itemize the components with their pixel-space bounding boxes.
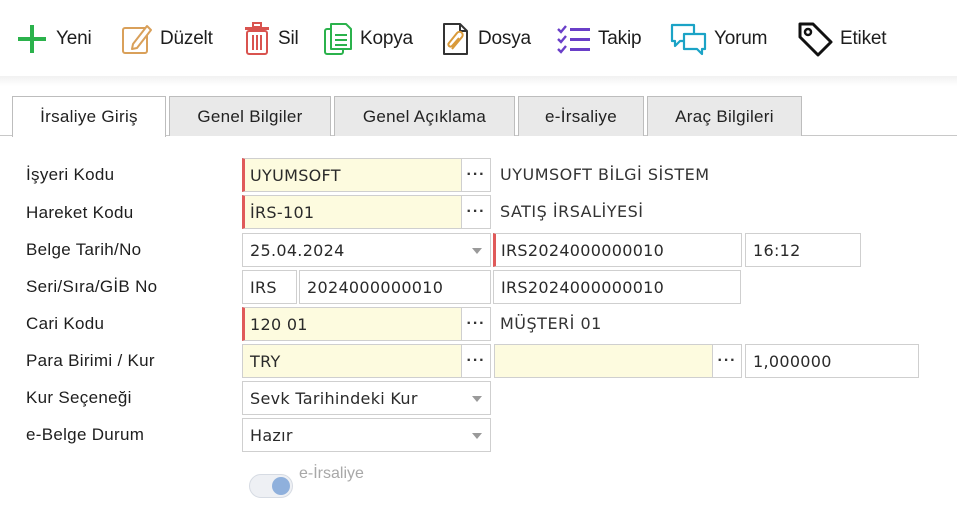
belge-no-input[interactable]: IRS2024000000010 <box>493 233 742 267</box>
tab-arac-bilgileri[interactable]: Araç Bilgileri <box>647 96 802 136</box>
track-button[interactable]: Takip <box>556 18 642 60</box>
comment-button[interactable]: Yorum <box>670 18 767 60</box>
e-belge-durum-value: Hazır <box>250 425 293 445</box>
belge-saat-input[interactable]: 16:12 <box>745 233 861 267</box>
trash-icon <box>245 22 269 55</box>
belge-tarih-input[interactable]: 25.04.2024 <box>242 233 491 267</box>
kur-secenegi-value: Sevk Tarihindeki Kur <box>250 388 418 408</box>
toggle-knob <box>272 477 290 495</box>
kur-input[interactable]: 1,000000 <box>745 344 919 378</box>
tag-icon <box>798 22 833 57</box>
comment-label: Yorum <box>714 28 768 49</box>
kur-tipi-input[interactable] <box>494 344 713 378</box>
para-birimi-kur-label: Para Birimi / Kur <box>26 351 155 370</box>
sira-input[interactable]: 2024000000010 <box>299 270 491 304</box>
tab-e-irsaliye[interactable]: e-İrsaliye <box>518 96 644 136</box>
tab-irsaliye-giris[interactable]: İrsaliye Giriş <box>12 96 166 137</box>
seri-sira-gib-label: Seri/Sıra/GİB No <box>26 277 158 296</box>
e-irsaliye-toggle-label: e-İrsaliye <box>299 465 364 482</box>
comment-icon <box>670 23 707 56</box>
copy-button[interactable]: Kopya <box>322 18 413 60</box>
edit-label: Düzelt <box>160 28 213 49</box>
tab-genel-bilgiler[interactable]: Genel Bilgiler <box>169 96 331 136</box>
file-attachment-icon <box>443 23 468 55</box>
delete-label: Sil <box>278 28 299 49</box>
isyeri-kodu-lookup-button[interactable]: ··· <box>461 158 491 192</box>
edit-button[interactable]: Düzelt <box>120 18 213 60</box>
para-birimi-input[interactable]: TRY <box>242 344 463 378</box>
para-birimi-lookup-button[interactable]: ··· <box>461 344 491 378</box>
hareket-kodu-input[interactable]: İRS-101 <box>242 195 463 229</box>
kur-tipi-lookup-button[interactable]: ··· <box>712 344 742 378</box>
new-button[interactable]: Yeni <box>14 18 92 60</box>
hareket-kodu-lookup-button[interactable]: ··· <box>461 195 491 229</box>
chevron-down-icon <box>472 433 482 439</box>
file-label: Dosya <box>478 28 531 49</box>
chevron-down-icon <box>472 396 482 402</box>
cari-kodu-lookup-button[interactable]: ··· <box>461 307 491 341</box>
isyeri-kodu-description: UYUMSOFT BİLGİ SİSTEM <box>500 165 710 184</box>
tag-label: Etiket <box>840 28 887 49</box>
isyeri-kodu-label: İşyeri Kodu <box>26 165 115 184</box>
kur-secenegi-select[interactable]: Sevk Tarihindeki Kur <box>242 381 491 415</box>
cari-kodu-label: Cari Kodu <box>26 314 105 333</box>
copy-icon <box>324 23 352 55</box>
checklist-icon <box>557 25 590 54</box>
delete-button[interactable]: Sil <box>242 18 299 60</box>
hareket-kodu-label: Hareket Kodu <box>26 203 134 222</box>
cari-kodu-description: MÜŞTERİ 01 <box>500 314 602 333</box>
hareket-kodu-description: SATIŞ İRSALİYESİ <box>500 202 644 221</box>
isyeri-kodu-input[interactable]: UYUMSOFT <box>242 158 463 192</box>
toolbar: Yeni Düzelt Sil Kopya Dosya Takip Yorum … <box>0 0 957 86</box>
e-irsaliye-toggle[interactable] <box>249 474 293 498</box>
pencil-edit-icon <box>122 25 152 54</box>
cari-kodu-input[interactable]: 120 01 <box>242 307 463 341</box>
tab-genel-aciklama[interactable]: Genel Açıklama <box>334 96 515 136</box>
belge-tarih-no-label: Belge Tarih/No <box>26 240 142 259</box>
gib-no-input[interactable]: IRS2024000000010 <box>493 270 741 304</box>
seri-input[interactable]: IRS <box>242 270 297 304</box>
kur-secenegi-label: Kur Seçeneği <box>26 388 132 407</box>
chevron-down-icon <box>472 248 482 254</box>
file-button[interactable]: Dosya <box>440 18 531 60</box>
copy-label: Kopya <box>360 28 413 49</box>
belge-tarih-value: 25.04.2024 <box>250 240 345 260</box>
e-belge-durum-select[interactable]: Hazır <box>242 418 491 452</box>
tag-button[interactable]: Etiket <box>796 18 887 60</box>
track-label: Takip <box>598 28 642 49</box>
new-label: Yeni <box>56 28 92 49</box>
plus-icon <box>18 25 46 53</box>
e-belge-durum-label: e-Belge Durum <box>26 425 145 444</box>
